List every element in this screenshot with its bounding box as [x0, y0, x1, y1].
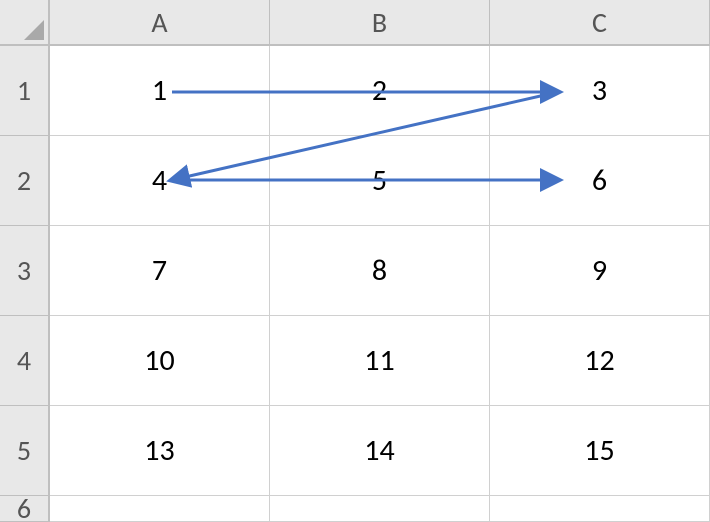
cell-A5[interactable]: 13	[50, 406, 270, 496]
row-header-1[interactable]: 1	[0, 46, 50, 136]
cell-A3[interactable]: 7	[50, 226, 270, 316]
select-all-corner[interactable]	[0, 0, 50, 46]
col-header-B[interactable]: B	[270, 0, 490, 46]
row-header-4[interactable]: 4	[0, 316, 50, 406]
cell-B1[interactable]: 2	[270, 46, 490, 136]
cell-A4[interactable]: 10	[50, 316, 270, 406]
cell-A6[interactable]	[50, 496, 270, 522]
cell-C6[interactable]	[490, 496, 710, 522]
cell-C5[interactable]: 15	[490, 406, 710, 496]
cell-B6[interactable]	[270, 496, 490, 522]
cell-C2[interactable]: 6	[490, 136, 710, 226]
row-header-5[interactable]: 5	[0, 406, 50, 496]
select-all-triangle-icon	[24, 20, 44, 40]
row-header-2[interactable]: 2	[0, 136, 50, 226]
row-header-6[interactable]: 6	[0, 496, 50, 522]
cell-B2[interactable]: 5	[270, 136, 490, 226]
cell-B3[interactable]: 8	[270, 226, 490, 316]
col-header-A[interactable]: A	[50, 0, 270, 46]
cell-A2[interactable]: 4	[50, 136, 270, 226]
cell-A1[interactable]: 1	[50, 46, 270, 136]
cell-C1[interactable]: 3	[490, 46, 710, 136]
spreadsheet: ABC123456 123456789101112131415	[0, 0, 710, 522]
cell-C4[interactable]: 12	[490, 316, 710, 406]
cell-C3[interactable]: 9	[490, 226, 710, 316]
col-header-C[interactable]: C	[490, 0, 710, 46]
cell-B5[interactable]: 14	[270, 406, 490, 496]
cell-B4[interactable]: 11	[270, 316, 490, 406]
row-header-3[interactable]: 3	[0, 226, 50, 316]
